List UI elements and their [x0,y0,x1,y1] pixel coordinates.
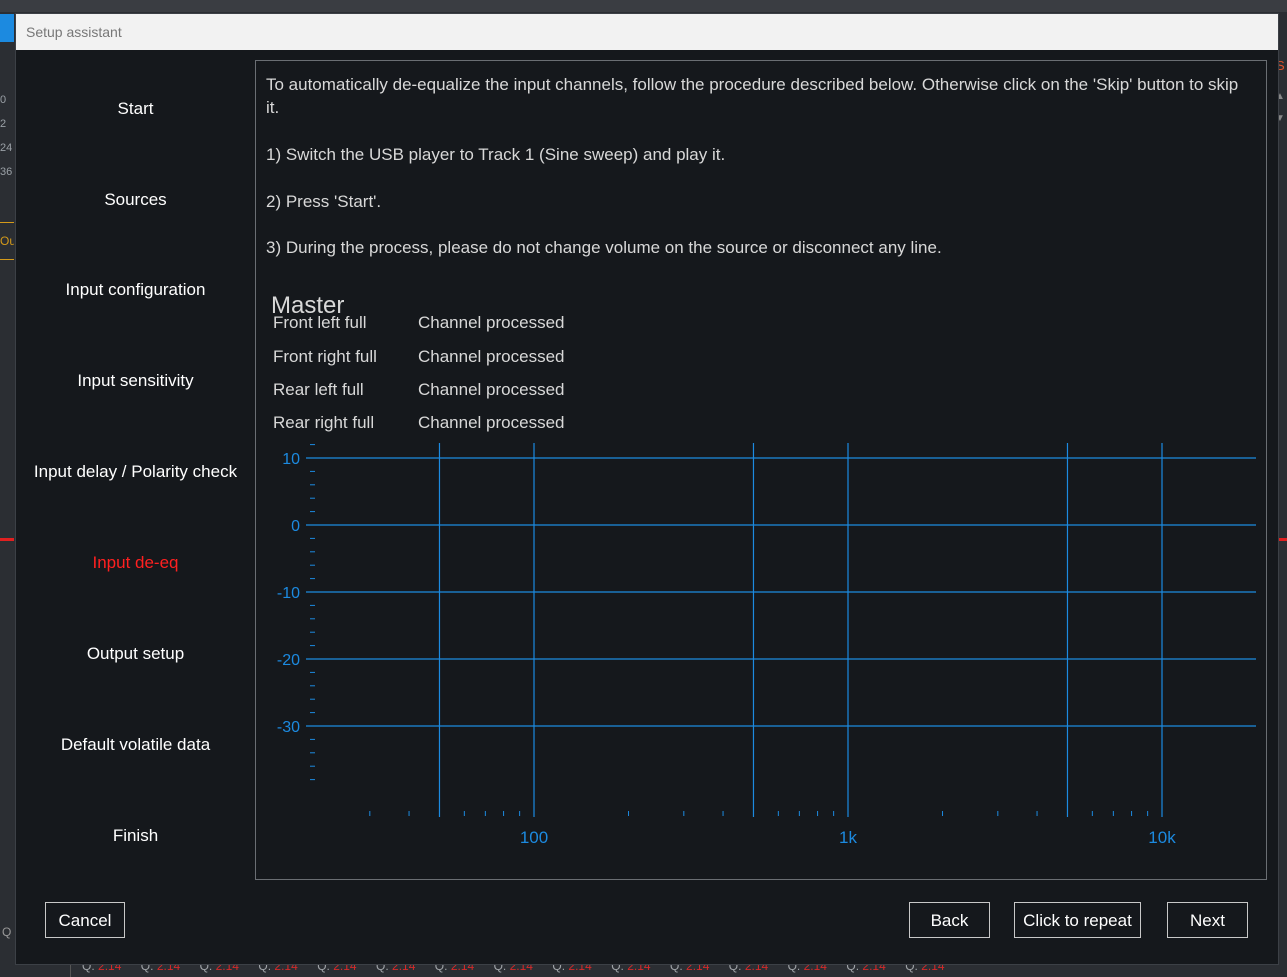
dialog-titlebar: Setup assistant [16,14,1278,50]
step-sources[interactable]: Sources [16,190,255,210]
y-tick-label: -30 [277,719,300,736]
x-tick-label: 1k [839,828,857,847]
instruction-step-2: 2) Press 'Start'. [266,192,382,211]
step-finish[interactable]: Finish [16,826,255,846]
instruction-step-3: 3) During the process, please do not cha… [266,238,942,257]
step-default-volatile-data[interactable]: Default volatile data [16,735,255,755]
instruction-intro: To automatically de-equalize the input c… [266,75,1239,117]
y-tick-label: -20 [277,652,300,669]
channel-status: Channel processed [418,347,565,366]
y-tick-label: 10 [282,451,300,468]
step-input-de-eq[interactable]: Input de-eq [16,553,255,573]
y-tick-label: 0 [291,518,300,535]
step-output-setup[interactable]: Output setup [16,644,255,664]
next-button[interactable]: Next [1167,902,1248,938]
background-q-label: Q [2,925,12,939]
background-red-marker [0,538,14,541]
x-tick-label: 100 [520,828,548,847]
background-output-label: Out [0,222,14,260]
step-start[interactable]: Start [16,99,255,119]
background-number: 0 [0,94,7,106]
background-scale-numbers: 0 2 24 36 [0,88,12,184]
click-to-repeat-button[interactable]: Click to repeat [1014,902,1141,938]
back-button[interactable]: Back [909,902,990,938]
channel-status: Channel processed [418,313,565,332]
dialog-title: Setup assistant [26,24,122,40]
content-panel: To automatically de-equalize the input c… [255,60,1267,880]
background-number: 36 [0,166,13,178]
step-input-configuration[interactable]: Input configuration [16,280,255,300]
instruction-step-1: 1) Switch the USB player to Track 1 (Sin… [266,145,726,164]
x-tick-label: 10k [1148,828,1176,847]
step-input-sensitivity[interactable]: Input sensitivity [16,371,255,391]
background-number: 2 [0,118,7,130]
step-input-delay-polarity[interactable]: Input delay / Polarity check [16,462,255,482]
frequency-response-chart: 100-10-20-30100 1k 10k [277,443,1256,847]
background-number: 24 [0,142,13,154]
channel-status: Channel processed [418,413,565,432]
setup-assistant-dialog: Setup assistant Start Sources Input conf… [15,13,1279,965]
channel-name: Rear left full [273,380,364,399]
background-app-toolbar [0,0,1287,12]
y-tick-label: -10 [277,585,300,602]
background-app-tab [0,14,14,42]
channel-name: Rear right full [273,413,375,432]
channel-status: Channel processed [418,380,565,399]
channel-name: Front right full [273,347,377,366]
channel-name: Front left full [273,313,367,332]
cancel-button[interactable]: Cancel [45,902,125,938]
